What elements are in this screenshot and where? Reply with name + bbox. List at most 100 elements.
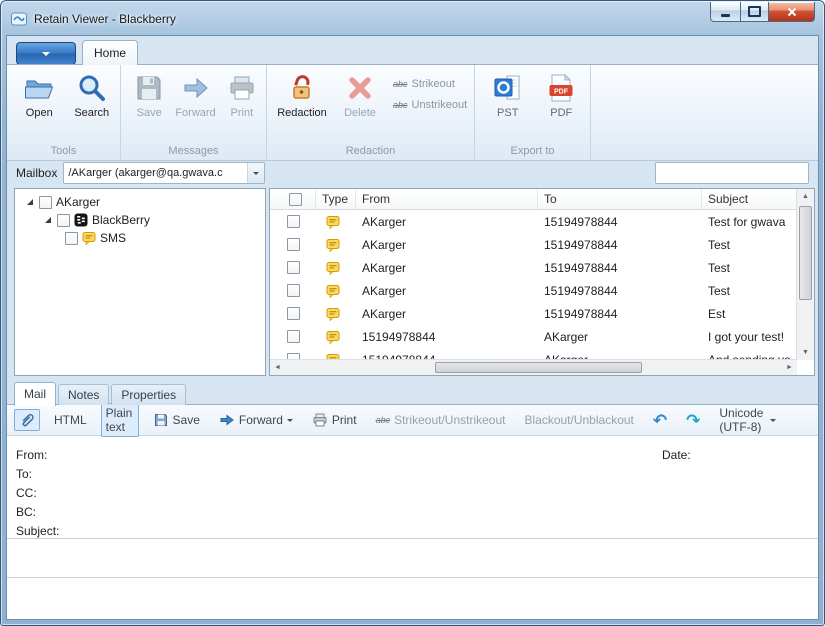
vertical-scroll-track[interactable] (797, 204, 814, 345)
file-menu-button[interactable] (16, 42, 76, 65)
blackout-toggle-button[interactable]: Blackout/Unblackout (519, 410, 638, 430)
expander-icon[interactable] (43, 215, 53, 225)
print-message-button[interactable]: Print (307, 409, 362, 431)
printer-icon (226, 72, 258, 104)
horizontal-scrollbar[interactable]: ◄ ► (270, 359, 797, 375)
attachments-button[interactable] (14, 409, 40, 431)
forward-button[interactable]: Forward (175, 70, 215, 119)
row-checkbox[interactable] (287, 215, 300, 228)
column-header-from[interactable]: From (356, 189, 538, 209)
undo-button[interactable]: ↶ (648, 409, 672, 432)
scroll-left-arrow[interactable]: ◄ (270, 360, 285, 375)
tab-notes[interactable]: Notes (58, 384, 109, 405)
tree-checkbox-sms[interactable] (65, 232, 78, 245)
table-row[interactable]: AKarger 15194978844 Est (270, 302, 797, 325)
strikeout-toggle-label: Strikeout/Unstrikeout (394, 413, 505, 427)
maximize-button[interactable] (741, 2, 768, 22)
redaction-button[interactable]: Redaction (277, 70, 327, 119)
encoding-dropdown[interactable]: Unicode (UTF-8) (714, 403, 781, 437)
minimize-button[interactable] (710, 2, 741, 22)
scroll-up-arrow[interactable]: ▲ (797, 189, 814, 204)
tab-home[interactable]: Home (82, 40, 138, 65)
cc-field-label: CC: (16, 486, 37, 500)
forward-message-button[interactable]: Forward (214, 409, 298, 431)
column-header-type[interactable]: Type (316, 189, 356, 209)
column-header-to[interactable]: To (538, 189, 702, 209)
group-label-tools: Tools (7, 145, 120, 160)
vertical-scrollbar[interactable]: ▲ ▼ (796, 189, 814, 360)
table-row[interactable]: AKarger 15194978844 Test (270, 256, 797, 279)
export-pst-button[interactable]: PST (485, 70, 531, 119)
scroll-down-arrow[interactable]: ▼ (797, 345, 814, 360)
horizontal-scroll-thumb[interactable] (435, 362, 642, 373)
search-button[interactable]: Search (70, 70, 115, 119)
html-view-button[interactable]: HTML (49, 410, 92, 430)
save-icon (133, 72, 165, 104)
strikeout-toggle-button[interactable]: abc Strikeout/Unstrikeout (371, 410, 511, 430)
date-field-label: Date: (662, 448, 691, 462)
row-checkbox[interactable] (287, 330, 300, 343)
sms-message-icon (326, 261, 340, 275)
expander-icon[interactable] (25, 197, 35, 207)
table-row[interactable]: AKarger 15194978844 Test (270, 279, 797, 302)
row-checkbox[interactable] (287, 261, 300, 274)
delete-button[interactable]: Delete (335, 70, 385, 119)
tree-item-akarger[interactable]: AKarger (15, 193, 265, 211)
forward-arrow-icon (219, 412, 235, 428)
encoding-label: Unicode (UTF-8) (719, 406, 765, 434)
tree-checkbox-blackberry[interactable] (57, 214, 70, 227)
save-button[interactable]: Save (131, 70, 167, 119)
row-checkbox[interactable] (287, 238, 300, 251)
close-button[interactable] (768, 2, 815, 22)
maximize-icon (748, 6, 761, 17)
group-tools: Open Search Tools (7, 65, 121, 160)
tree-item-blackberry[interactable]: BlackBerry (15, 211, 265, 229)
unstrikeout-icon: abc (393, 100, 408, 110)
table-row[interactable]: AKarger 15194978844 Test (270, 233, 797, 256)
vertical-scroll-thumb[interactable] (799, 206, 812, 300)
strikeout-icon: abc (376, 415, 391, 425)
tab-properties[interactable]: Properties (111, 384, 186, 405)
select-all-checkbox[interactable] (289, 193, 302, 206)
tree-item-sms[interactable]: SMS (15, 229, 265, 247)
strikeout-icon: abc (393, 79, 408, 89)
unstrikeout-button[interactable]: abc Unstrikeout (393, 99, 467, 111)
pdf-label: PDF (550, 107, 572, 119)
plain-text-view-button[interactable]: Plain text (101, 403, 139, 437)
chevron-down-icon (253, 172, 259, 178)
search-icon (76, 72, 108, 104)
bc-field-label: BC: (16, 505, 36, 519)
close-icon (787, 7, 797, 17)
horizontal-scroll-track[interactable] (285, 360, 782, 375)
open-button[interactable]: Open (17, 70, 62, 119)
export-pdf-button[interactable]: PDF PDF (539, 70, 585, 119)
search-input[interactable] (656, 165, 806, 181)
row-checkbox[interactable] (287, 307, 300, 320)
attachments-area[interactable] (7, 578, 818, 619)
redo-button[interactable]: ↷ (681, 409, 705, 432)
tab-mail[interactable]: Mail (14, 382, 56, 406)
table-row[interactable]: 15194978844 AKarger I got your test! (270, 325, 797, 348)
forward-arrow-icon (180, 72, 212, 104)
print-button[interactable]: Print (224, 70, 260, 119)
mailbox-combobox-arrow[interactable] (247, 163, 264, 183)
forward-label: Forward (175, 107, 215, 119)
svg-text:PDF: PDF (554, 89, 569, 96)
mailbox-combobox-value: /AKarger (akarger@qa.gwava.c (64, 167, 247, 179)
column-header-subject[interactable]: Subject (702, 189, 797, 209)
search-box[interactable] (655, 162, 809, 184)
strikeout-button[interactable]: abc Strikeout (393, 78, 467, 90)
group-label-export: Export to (475, 145, 590, 160)
scroll-right-arrow[interactable]: ► (782, 360, 797, 375)
message-body-area[interactable] (7, 539, 818, 576)
row-checkbox[interactable] (287, 284, 300, 297)
open-folder-icon (23, 72, 55, 104)
mailbox-combobox[interactable]: /AKarger (akarger@qa.gwava.c (63, 162, 265, 184)
tree-checkbox-akarger[interactable] (39, 196, 52, 209)
save-message-button[interactable]: Save (148, 409, 205, 431)
mailbox-label: Mailbox (16, 166, 57, 180)
client-area: Home Open Search Tools (6, 35, 819, 620)
table-row[interactable]: AKarger 15194978844 Test for gwava (270, 210, 797, 233)
cell-to: AKarger (538, 330, 702, 344)
cell-from: AKarger (356, 261, 538, 275)
